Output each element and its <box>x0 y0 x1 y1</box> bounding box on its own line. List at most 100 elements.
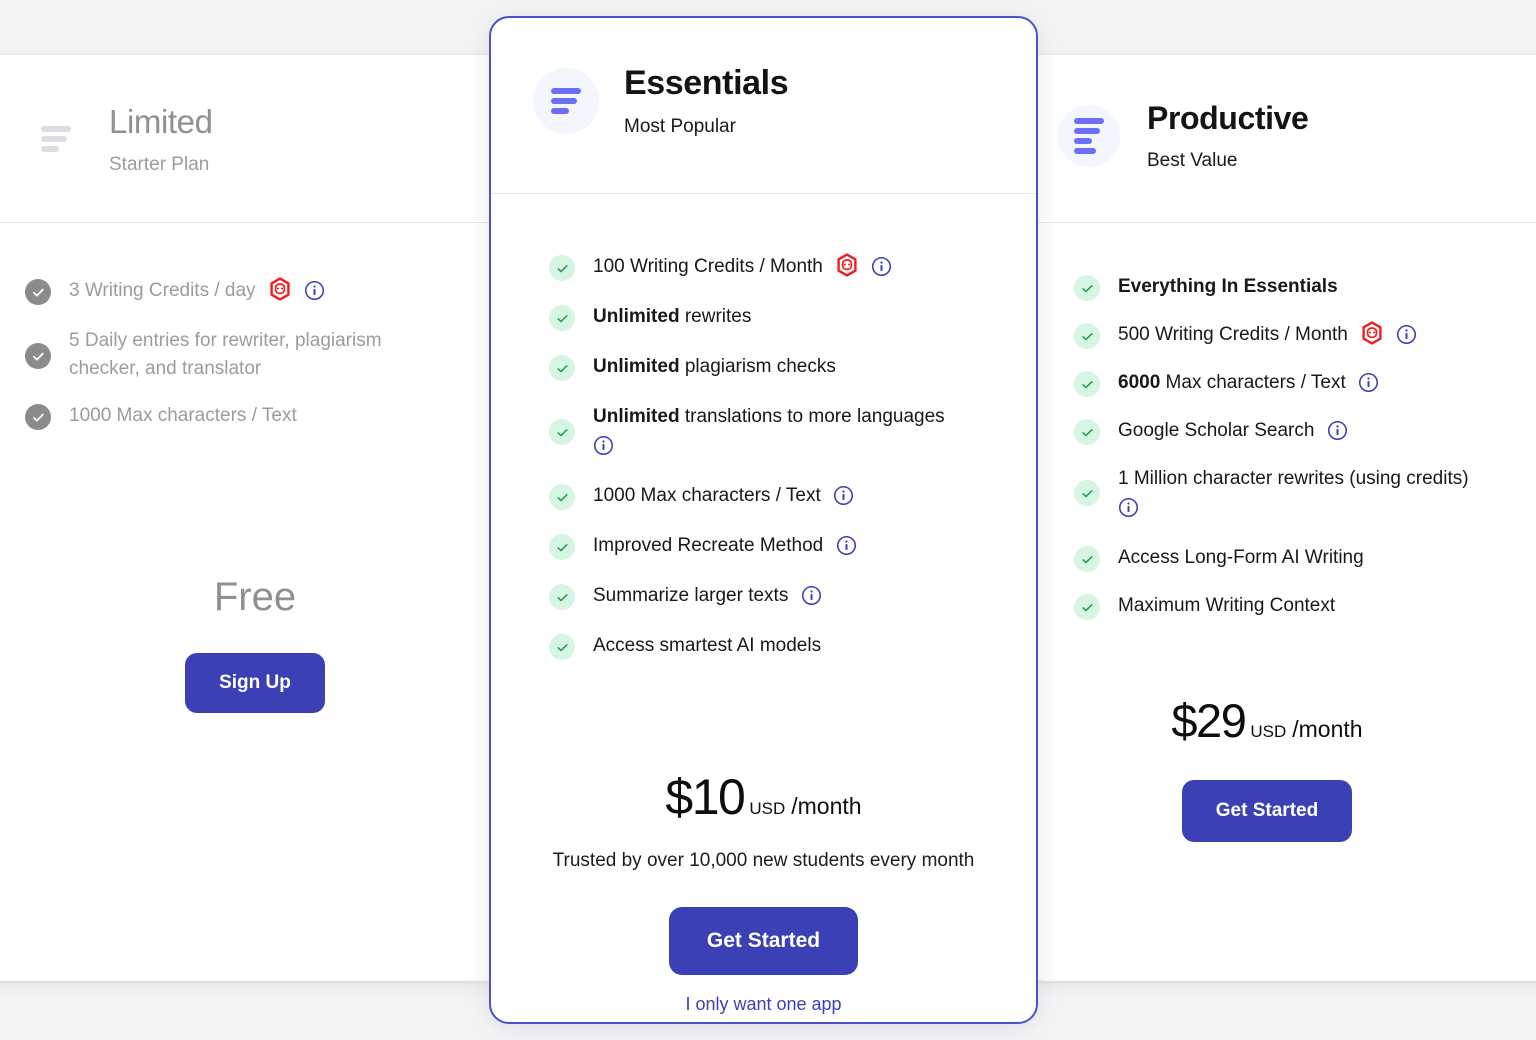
robot-icon[interactable] <box>268 277 292 301</box>
info-icon[interactable] <box>833 485 854 506</box>
header-divider <box>491 193 1036 194</box>
feature-label: translations to more languages <box>679 406 945 427</box>
sign-up-button[interactable]: Sign Up <box>185 653 325 713</box>
header-divider <box>1026 222 1536 223</box>
pricing-page: Limited Starter Plan 3 Writing Credits /… <box>0 0 1536 1040</box>
price-free-label: Free <box>213 575 297 619</box>
info-icon[interactable] <box>593 435 945 465</box>
price-block-essentials: $10 USD /month Trusted by over 10,000 ne… <box>491 768 1036 1015</box>
check-icon <box>549 484 575 511</box>
feature-label: rewrites <box>679 306 752 327</box>
get-started-button[interactable]: Get Started <box>668 907 859 975</box>
feature-label: Access Long-Form AI Writing <box>1118 547 1364 569</box>
info-icon[interactable] <box>1396 324 1417 345</box>
feature-label: Max characters / Text <box>1160 372 1346 393</box>
plan-tagline-essentials: Most Popular <box>624 116 736 138</box>
check-icon <box>1074 546 1100 573</box>
feature-label-prefix: Unlimited <box>593 306 680 327</box>
feature-label: 1000 Max characters / Text <box>69 405 297 427</box>
feature-label: Improved Recreate Method <box>593 535 824 557</box>
feature-label: Everything In Essentials <box>1118 276 1338 297</box>
check-icon <box>1074 323 1100 349</box>
feature-item: 3 Writing Credits / day <box>25 277 455 305</box>
price-amount: $29 <box>1171 694 1246 747</box>
feature-label: Maximum Writing Context <box>1118 595 1336 617</box>
info-icon[interactable] <box>801 585 822 606</box>
check-icon <box>25 404 51 431</box>
check-icon <box>549 419 575 445</box>
info-icon[interactable] <box>871 256 892 277</box>
feature-item: Google Scholar Search <box>1074 417 1524 445</box>
feature-label-prefix: Unlimited <box>593 406 680 427</box>
price-block-productive: $29 USD /month Get Started <box>1026 693 1508 842</box>
feature-label: 500 Writing Credits / Month <box>1118 324 1348 345</box>
plan-title-essentials: Essentials <box>624 64 789 102</box>
price-currency: USD <box>749 799 786 818</box>
text-lines-icon <box>533 68 599 135</box>
check-icon <box>549 305 575 331</box>
feature-list-limited: 3 Writing Credits / day 5 Daily entries … <box>25 277 455 452</box>
check-icon <box>25 279 51 305</box>
plan-header-productive: Productive Best Value <box>1026 55 1536 172</box>
check-icon <box>549 255 575 281</box>
check-icon <box>1074 594 1100 621</box>
plan-tagline-limited: Starter Plan <box>109 153 210 175</box>
feature-item: 6000 Max characters / Text <box>1074 369 1524 397</box>
feature-list-essentials: 100 Writing Credits / Month Unlimited re… <box>549 253 999 682</box>
feature-item: 1000 Max characters / Text <box>25 402 455 431</box>
plan-card-essentials: Essentials Most Popular 100 Writing Cred… <box>489 16 1038 1024</box>
plan-header-limited: Limited Starter Plan <box>0 55 510 176</box>
feature-label: Access smartest AI models <box>593 635 822 657</box>
feature-label: 3 Writing Credits / day <box>69 280 256 301</box>
info-icon[interactable] <box>304 280 325 301</box>
info-icon[interactable] <box>1327 420 1348 441</box>
feature-label: 5 Daily entries for rewriter, plagiarism… <box>69 330 382 379</box>
check-icon <box>1074 419 1100 445</box>
feature-item: 100 Writing Credits / Month <box>549 253 999 281</box>
feature-list-productive: Everything In Essentials 500 Writing Cre… <box>1074 273 1524 642</box>
info-icon[interactable] <box>1358 372 1379 393</box>
feature-item: Unlimited rewrites <box>549 303 999 331</box>
check-icon <box>1074 275 1100 301</box>
feature-label: Summarize larger texts <box>593 585 789 607</box>
check-icon <box>549 634 575 661</box>
feature-item: 5 Daily entries for rewriter, plagiarism… <box>25 327 455 382</box>
feature-item: Access Long-Form AI Writing <box>1074 544 1524 573</box>
feature-item: Summarize larger texts <box>549 582 999 611</box>
price-period: /month <box>791 793 862 819</box>
feature-item: Access smartest AI models <box>549 632 999 661</box>
price-period: /month <box>1292 716 1363 742</box>
text-lines-icon <box>25 108 87 170</box>
get-started-button[interactable]: Get Started <box>1181 780 1353 842</box>
check-icon <box>549 584 575 611</box>
feature-item: Unlimited plagiarism checks <box>549 353 999 381</box>
info-icon[interactable] <box>1118 497 1469 527</box>
feature-label: 1 Million character rewrites (using cred… <box>1118 468 1469 489</box>
feature-item: Unlimited translations to more languages <box>549 403 999 464</box>
text-lines-icon <box>1058 104 1120 167</box>
plan-card-limited: Limited Starter Plan 3 Writing Credits /… <box>0 55 510 981</box>
plan-card-productive: Productive Best Value Everything In Esse… <box>1026 55 1536 981</box>
price-amount: $10 <box>665 769 745 825</box>
feature-label: 1000 Max characters / Text <box>593 485 821 507</box>
feature-item: 500 Writing Credits / Month <box>1074 321 1524 349</box>
feature-label-prefix: Unlimited <box>593 356 680 377</box>
price-line: $29 USD /month <box>1171 693 1362 748</box>
check-icon <box>549 355 575 381</box>
feature-item: 1000 Max characters / Text <box>549 482 999 511</box>
price-line: $10 USD /month <box>665 768 861 826</box>
check-icon <box>549 534 575 561</box>
plan-title-limited: Limited <box>109 103 213 140</box>
feature-item: Improved Recreate Method <box>549 532 999 561</box>
feature-label: 100 Writing Credits / Month <box>593 256 823 277</box>
check-icon <box>1074 371 1100 397</box>
plan-tagline-productive: Best Value <box>1147 149 1238 171</box>
robot-icon[interactable] <box>1360 321 1384 345</box>
info-icon[interactable] <box>836 535 857 556</box>
header-divider <box>0 222 510 223</box>
feature-label-prefix: 6000 <box>1118 372 1161 393</box>
single-app-link[interactable]: I only want one app <box>491 994 1036 1015</box>
feature-label: Google Scholar Search <box>1118 420 1315 441</box>
robot-icon[interactable] <box>835 253 859 277</box>
feature-item: Everything In Essentials <box>1074 273 1524 301</box>
